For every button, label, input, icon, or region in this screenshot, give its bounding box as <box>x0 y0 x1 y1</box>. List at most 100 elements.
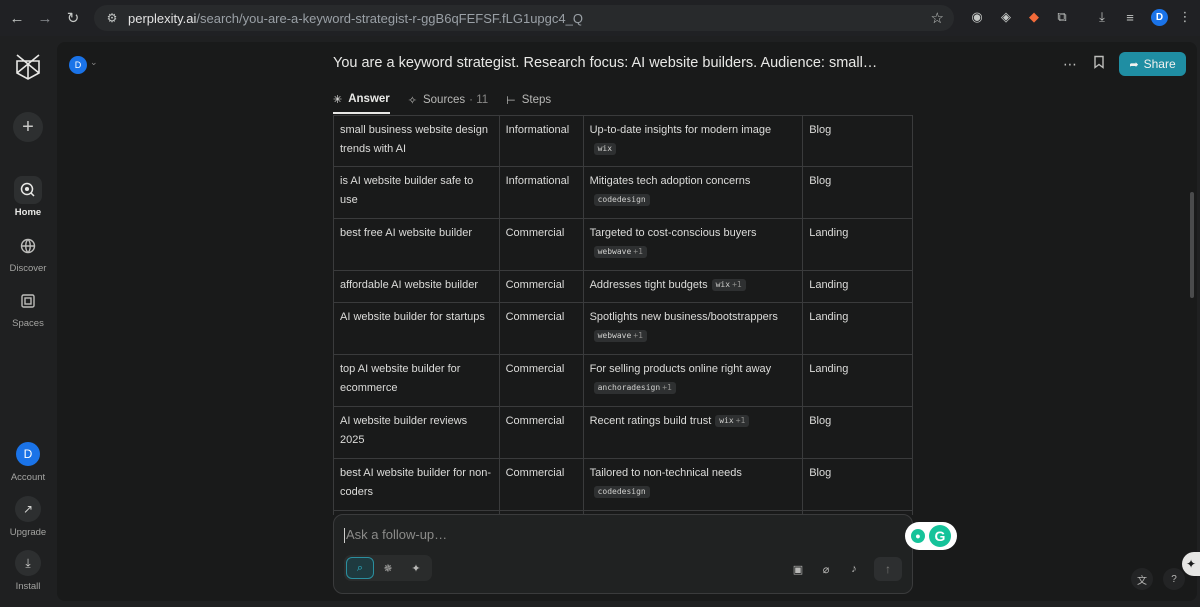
bookmark-star-icon[interactable]: ☆ <box>931 9 944 27</box>
download-icon[interactable]: ⤓ <box>1093 8 1111 26</box>
thread-tabs: ✳ Answer ✧ Sources · 11 ⊢ Steps <box>333 86 569 114</box>
table-row: affordable AI website builder Commercial A… <box>333 270 913 303</box>
intent-cell: Commercial <box>498 354 584 407</box>
bookmark-icon[interactable] <box>1093 55 1105 69</box>
citation-chip[interactable]: wix <box>593 143 617 155</box>
intent-cell: Commercial <box>498 218 584 271</box>
keyword-cell: best AI website builder for non-coders <box>333 458 500 511</box>
rationale-cell: Recent ratings build trust wix +1 <box>582 406 804 459</box>
citation-chip[interactable]: wix +1 <box>715 415 750 427</box>
citation-source: codedesign <box>597 487 646 496</box>
media-queue-icon[interactable]: ≡ <box>1121 8 1139 26</box>
content-type-cell: Landing <box>802 354 913 407</box>
content-type-cell: Landing <box>802 302 913 355</box>
forward-arrow-icon[interactable]: → <box>34 7 56 29</box>
microphone-icon[interactable]: ♪ <box>846 561 862 577</box>
rationale-cell: For selling products online right away an… <box>582 354 804 407</box>
rationale-cell: Spotlights new business/bootstrappers web… <box>582 302 804 355</box>
perplexity-logo-icon[interactable] <box>14 52 42 82</box>
rationale-text: Tailored to non-technical needs <box>589 467 742 479</box>
citation-more-count: +1 <box>633 247 643 256</box>
menu-kebab-icon[interactable]: ⋮ <box>1176 8 1194 26</box>
submit-arrow-button[interactable]: ↑ <box>874 557 902 581</box>
citation-source: wix <box>597 144 613 153</box>
chevron-down-icon[interactable]: ⌄ <box>90 57 98 68</box>
intent-cell: Informational <box>498 115 584 167</box>
assistant-sparkle-icon[interactable]: ✦ <box>1182 552 1200 576</box>
url-path: /search/you-are-a-keyword-strategist-r-g… <box>196 10 583 26</box>
account-avatar: D <box>16 442 40 466</box>
sidebar-item-home[interactable]: Home <box>0 176 56 218</box>
rationale-cell: Up-to-date insights for modern image wix <box>582 115 804 167</box>
tab-label: Answer <box>348 93 390 105</box>
site-info-icon[interactable]: ⚙ <box>104 10 120 26</box>
camera-extension-icon[interactable]: ◉ <box>968 8 986 26</box>
citation-chip[interactable]: webwave +1 <box>593 330 647 342</box>
citation-chip[interactable]: codedesign <box>593 194 650 206</box>
sidebar-item-spaces[interactable]: Spaces <box>0 287 56 329</box>
tab-sources[interactable]: ✧ Sources · 11 <box>408 86 488 114</box>
grammarly-widget[interactable]: ● G <box>905 522 957 550</box>
rationale-text: For selling products online right away <box>589 363 772 375</box>
model-chip-icon[interactable]: ▣ <box>790 561 806 577</box>
intent-cell: Commercial <box>498 302 584 355</box>
sidebar-account[interactable]: D Account <box>0 442 56 483</box>
scrollbar-thumb[interactable] <box>1190 192 1194 298</box>
sidebar-install[interactable]: ⤓ Install <box>0 550 56 592</box>
table-row: small business website design trends wit… <box>333 115 913 167</box>
research-mode-icon[interactable]: ✵ <box>374 557 402 579</box>
left-sidebar: + Home Discover Spaces D Account ↗ Upgra… <box>0 36 56 607</box>
search-mode-icon[interactable]: ⌕ <box>346 557 374 579</box>
reload-icon[interactable]: ↻ <box>62 7 84 29</box>
new-thread-button[interactable]: + <box>13 112 43 142</box>
language-icon[interactable]: 文 <box>1131 568 1153 590</box>
main-panel: D ⌄ You are a keyword strategist. Resear… <box>57 42 1197 601</box>
table-row: is AI website builder safe to use Informa… <box>333 166 913 219</box>
rationale-cell: Tailored to non-technical needs codedesig… <box>582 458 804 511</box>
content-type-cell: Blog <box>802 406 913 459</box>
follow-up-input[interactable]: Ask a follow-up… <box>343 527 447 543</box>
install-label: Install <box>15 581 41 592</box>
user-avatar[interactable]: D <box>69 56 87 74</box>
rationale-cell: Addresses tight budgets wix +1 <box>582 270 804 303</box>
sidebar-item-discover[interactable]: Discover <box>0 232 56 274</box>
table-row: top AI website builder for ecommerce Comm… <box>333 354 913 407</box>
back-arrow-icon[interactable]: ← <box>6 7 28 29</box>
intent-cell: Informational <box>498 166 584 219</box>
intent-cell: Commercial <box>498 270 584 303</box>
address-bar[interactable]: ⚙ perplexity.ai/search/you-are-a-keyword… <box>94 5 954 31</box>
keyword-table: small business website design trends wit… <box>333 115 913 515</box>
labs-bulb-icon[interactable]: ✦ <box>402 557 430 579</box>
grammarly-g-icon: G <box>929 525 951 547</box>
tab-steps[interactable]: ⊢ Steps <box>506 86 551 114</box>
browser-profile-avatar[interactable]: D <box>1151 9 1168 26</box>
help-icon[interactable]: ? <box>1163 568 1185 590</box>
share-label: Share <box>1143 57 1176 71</box>
citation-chip[interactable]: wix +1 <box>711 279 746 291</box>
citation-chip[interactable]: webwave +1 <box>593 246 647 258</box>
perplexity-answer-icon: ✳ <box>333 93 343 106</box>
citation-source: webwave <box>597 247 632 256</box>
content-type-cell: Blog <box>802 115 913 167</box>
sidebar-item-label: Discover <box>9 263 47 274</box>
follow-up-composer[interactable]: Ask a follow-up… ⌕ ✵ ✦ ▣ ⌀ ♪ ↑ <box>333 514 913 594</box>
extensions-puzzle-icon[interactable]: ⧉ <box>1053 8 1071 26</box>
citation-source: webwave <box>597 331 632 340</box>
citation-source: wix <box>715 280 731 289</box>
attach-paperclip-icon[interactable]: ⌀ <box>818 561 834 577</box>
keyword-cell: AI website builder reviews 2025 <box>333 406 500 459</box>
steps-icon: ⊢ <box>506 94 516 107</box>
sidebar-upgrade[interactable]: ↗ Upgrade <box>0 496 56 538</box>
more-options-icon[interactable]: ⋯ <box>1063 56 1077 73</box>
search-mode-switch: ⌕ ✵ ✦ <box>344 555 432 581</box>
fox-extension-icon[interactable]: ◆ <box>1025 8 1043 26</box>
citation-chip[interactable]: codedesign <box>593 486 650 498</box>
shield-extension-icon[interactable]: ◈ <box>997 8 1015 26</box>
page-title: You are a keyword strategist. Research f… <box>333 55 878 71</box>
citation-chip[interactable]: anchoradesign +1 <box>593 382 676 394</box>
grammarly-bulb-icon: ● <box>911 529 925 543</box>
tab-answer[interactable]: ✳ Answer <box>333 86 390 114</box>
share-button[interactable]: ➦ Share <box>1119 52 1186 76</box>
table-row: AI website builder reviews 2025 Commercia… <box>333 406 913 459</box>
intent-cell: Commercial <box>498 406 584 459</box>
